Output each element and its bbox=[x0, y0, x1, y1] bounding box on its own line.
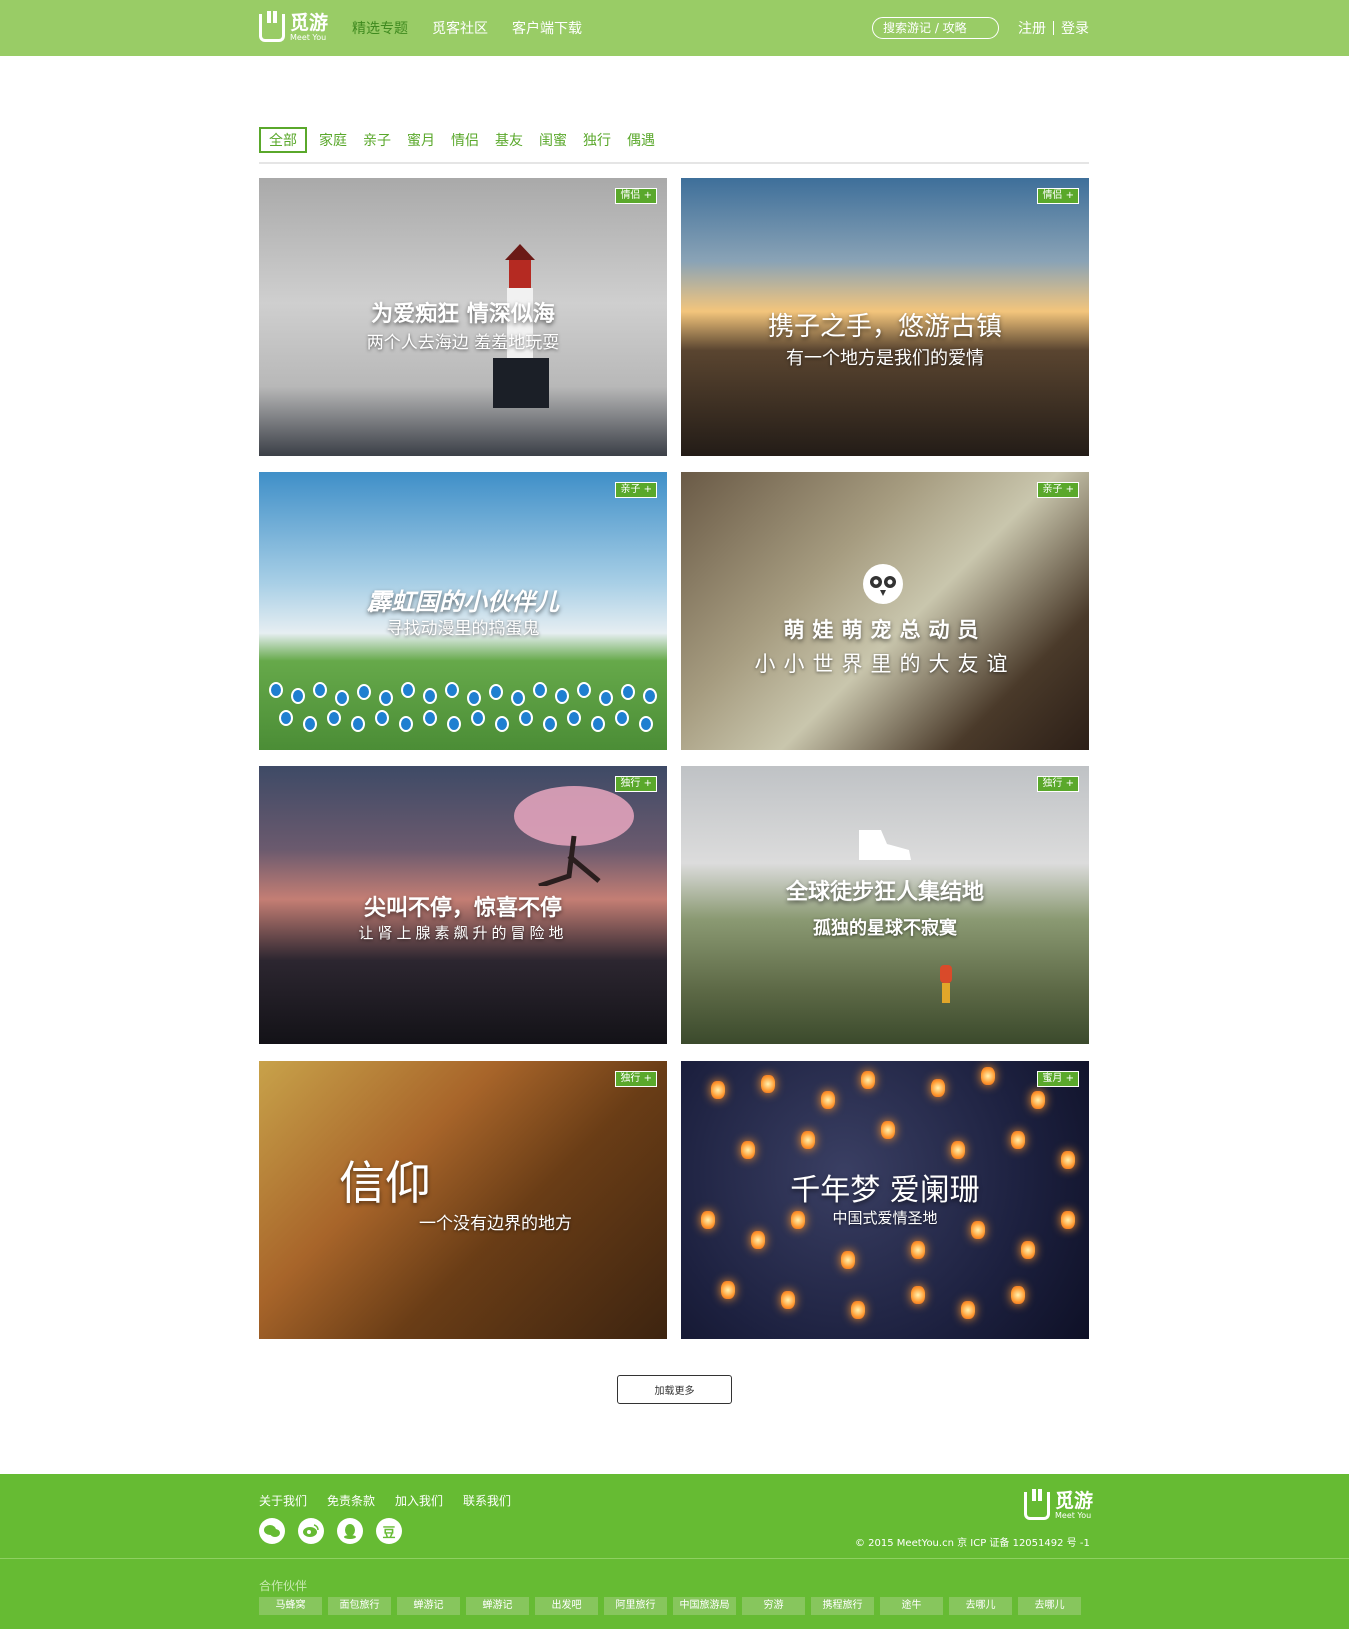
footer-link-contact[interactable]: 联系我们 bbox=[463, 1492, 511, 1509]
topic-card[interactable]: 情侣 + 为爱痴狂 情深似海 两个人去海边 羞羞地玩耍 bbox=[259, 178, 667, 456]
partner-link[interactable]: 中国旅游局 bbox=[673, 1597, 736, 1615]
topic-card[interactable]: 蜜月 + 千年梦 爱阑珊 中国式爱情圣地 bbox=[681, 1061, 1089, 1339]
search-input[interactable] bbox=[872, 17, 999, 39]
card-subtitle: 孤独的星球不寂寞 bbox=[813, 918, 957, 939]
footer: 关于我们 免责条款 加入我们 联系我们 豆 觅游 Meet You © 2015… bbox=[0, 1474, 1349, 1629]
logo-en-text: Meet You bbox=[290, 33, 327, 42]
top-header: 觅游 Meet You 精选专题 觅客社区 客户端下载 注册 登录 bbox=[0, 0, 1349, 56]
partner-link[interactable]: 途牛 bbox=[880, 1597, 943, 1615]
auth-links: 注册 登录 bbox=[1018, 18, 1089, 38]
logo-cn-text: 觅游 bbox=[290, 12, 329, 34]
partner-link[interactable]: 马蜂窝 bbox=[259, 1597, 322, 1615]
partner-link[interactable]: 阿里旅行 bbox=[604, 1597, 667, 1615]
main-nav: 精选专题 觅客社区 客户端下载 bbox=[352, 18, 582, 38]
partner-link[interactable]: 蝉游记 bbox=[466, 1597, 529, 1615]
nav-app-download[interactable]: 客户端下载 bbox=[512, 18, 582, 38]
topic-card[interactable]: 情侣 + 携子之手，悠游古镇 有一个地方是我们的爱情 bbox=[681, 178, 1089, 456]
card-subtitle: 两个人去海边 羞羞地玩耍 bbox=[366, 333, 560, 353]
douban-icon[interactable]: 豆 bbox=[376, 1518, 402, 1544]
partner-link[interactable]: 携程旅行 bbox=[811, 1597, 874, 1615]
tag-badge[interactable]: 独行 + bbox=[1037, 776, 1079, 792]
filter-divider bbox=[259, 162, 1089, 164]
logo-icon bbox=[1024, 1489, 1050, 1520]
hiker-illustration bbox=[940, 965, 952, 1003]
logo-icon bbox=[259, 11, 285, 42]
partner-link[interactable]: 出发吧 bbox=[535, 1597, 598, 1615]
card-subtitle: 中国式爱情圣地 bbox=[832, 1209, 938, 1227]
logo-en-text: Meet You bbox=[1055, 1511, 1092, 1520]
topic-card[interactable]: 独行 + 尖叫不停，惊喜不停 让肾上腺素飙升的冒险地 bbox=[259, 766, 667, 1044]
nav-community[interactable]: 觅客社区 bbox=[432, 18, 488, 38]
footer-link-about[interactable]: 关于我们 bbox=[259, 1492, 307, 1509]
topic-card[interactable]: 亲子 + 萌娃萌宠总动员 小小世界里的大友谊 bbox=[681, 472, 1089, 750]
card-title: 信仰 bbox=[339, 1156, 431, 1210]
footer-divider bbox=[0, 1558, 1349, 1559]
partner-link[interactable]: 去哪儿 bbox=[1018, 1597, 1081, 1615]
filter-family[interactable]: 家庭 bbox=[319, 130, 347, 150]
logo-cn-text: 觅游 bbox=[1055, 1490, 1094, 1512]
shoe-icon bbox=[859, 830, 911, 860]
topic-card[interactable]: 独行 + 信仰 一个没有边界的地方 bbox=[259, 1061, 667, 1339]
card-title: 为爱痴狂 情深似海 bbox=[371, 302, 555, 327]
card-title: 千年梦 爱阑珊 bbox=[790, 1173, 980, 1208]
filter-encounter[interactable]: 偶遇 bbox=[627, 130, 655, 150]
partner-list: 马蜂窝 面包旅行 蝉游记 蝉游记 出发吧 阿里旅行 中国旅游局 穷游 携程旅行 … bbox=[259, 1597, 1081, 1615]
footer-link-join[interactable]: 加入我们 bbox=[395, 1492, 443, 1509]
card-title: 全球徒步狂人集结地 bbox=[785, 880, 984, 905]
card-subtitle: 有一个地方是我们的爱情 bbox=[786, 348, 984, 369]
category-filter: 全部 家庭 亲子 蜜月 情侣 基友 闺蜜 独行 偶遇 bbox=[259, 127, 671, 153]
tag-badge[interactable]: 蜜月 + bbox=[1037, 1071, 1079, 1087]
owl-icon bbox=[863, 564, 903, 604]
weibo-icon[interactable] bbox=[298, 1518, 324, 1544]
partner-link[interactable]: 穷游 bbox=[742, 1597, 805, 1615]
card-subtitle: 一个没有边界的地方 bbox=[419, 1214, 572, 1234]
card-title: 霹虹国的小伙伴儿 bbox=[367, 588, 559, 616]
filter-solo[interactable]: 独行 bbox=[583, 130, 611, 150]
card-subtitle: 寻找动漫里的捣蛋鬼 bbox=[386, 619, 540, 639]
filter-couple[interactable]: 情侣 bbox=[451, 130, 479, 150]
partners-title: 合作伙伴 bbox=[259, 1579, 308, 1593]
wechat-icon[interactable] bbox=[259, 1518, 285, 1544]
tag-badge[interactable]: 独行 + bbox=[615, 776, 657, 792]
card-title: 尖叫不停，惊喜不停 bbox=[363, 896, 562, 921]
partner-link[interactable]: 面包旅行 bbox=[328, 1597, 391, 1615]
filter-girlfriends[interactable]: 闺蜜 bbox=[539, 130, 567, 150]
nav-featured-topics[interactable]: 精选专题 bbox=[352, 18, 408, 38]
register-link[interactable]: 注册 bbox=[1018, 18, 1046, 38]
partner-link[interactable]: 去哪儿 bbox=[949, 1597, 1012, 1615]
blossom-tree-illustration bbox=[514, 786, 634, 886]
copyright-text: © 2015 MeetYou.cn 京 ICP 证备 12051492 号 -1 bbox=[855, 1538, 1090, 1549]
tag-badge[interactable]: 情侣 + bbox=[1037, 188, 1079, 204]
filter-bro[interactable]: 基友 bbox=[495, 130, 523, 150]
footer-link-disclaimer[interactable]: 免责条款 bbox=[327, 1492, 375, 1509]
card-subtitle: 让肾上腺素飙升的冒险地 bbox=[358, 924, 568, 942]
auth-divider bbox=[1053, 21, 1054, 35]
card-subtitle: 小小世界里的大友谊 bbox=[754, 652, 1016, 676]
filter-parent-child[interactable]: 亲子 bbox=[363, 130, 391, 150]
login-link[interactable]: 登录 bbox=[1061, 18, 1089, 38]
load-more-button[interactable]: 加载更多 bbox=[617, 1375, 732, 1404]
site-logo[interactable]: 觅游 Meet You bbox=[259, 11, 329, 43]
partner-link[interactable]: 蝉游记 bbox=[397, 1597, 460, 1615]
qq-icon[interactable] bbox=[337, 1518, 363, 1544]
tag-badge[interactable]: 亲子 + bbox=[1037, 482, 1079, 498]
card-title: 萌娃萌宠总动员 bbox=[783, 618, 987, 642]
card-title: 携子之手，悠游古镇 bbox=[767, 312, 1002, 342]
social-links: 豆 bbox=[259, 1518, 402, 1544]
filter-honeymoon[interactable]: 蜜月 bbox=[407, 130, 435, 150]
filter-all[interactable]: 全部 bbox=[259, 127, 307, 153]
footer-links: 关于我们 免责条款 加入我们 联系我们 bbox=[259, 1492, 511, 1509]
tag-badge[interactable]: 亲子 + bbox=[615, 482, 657, 498]
topic-card[interactable]: 亲子 + 霹虹国的小伙伴儿 寻找动漫里的捣蛋鬼 bbox=[259, 472, 667, 750]
tag-badge[interactable]: 独行 + bbox=[615, 1071, 657, 1087]
topic-card[interactable]: 独行 + 全球徒步狂人集结地 孤独的星球不寂寞 bbox=[681, 766, 1089, 1044]
tag-badge[interactable]: 情侣 + bbox=[615, 188, 657, 204]
doraemon-figures bbox=[269, 682, 659, 742]
footer-logo: 觅游 Meet You bbox=[1024, 1489, 1094, 1520]
